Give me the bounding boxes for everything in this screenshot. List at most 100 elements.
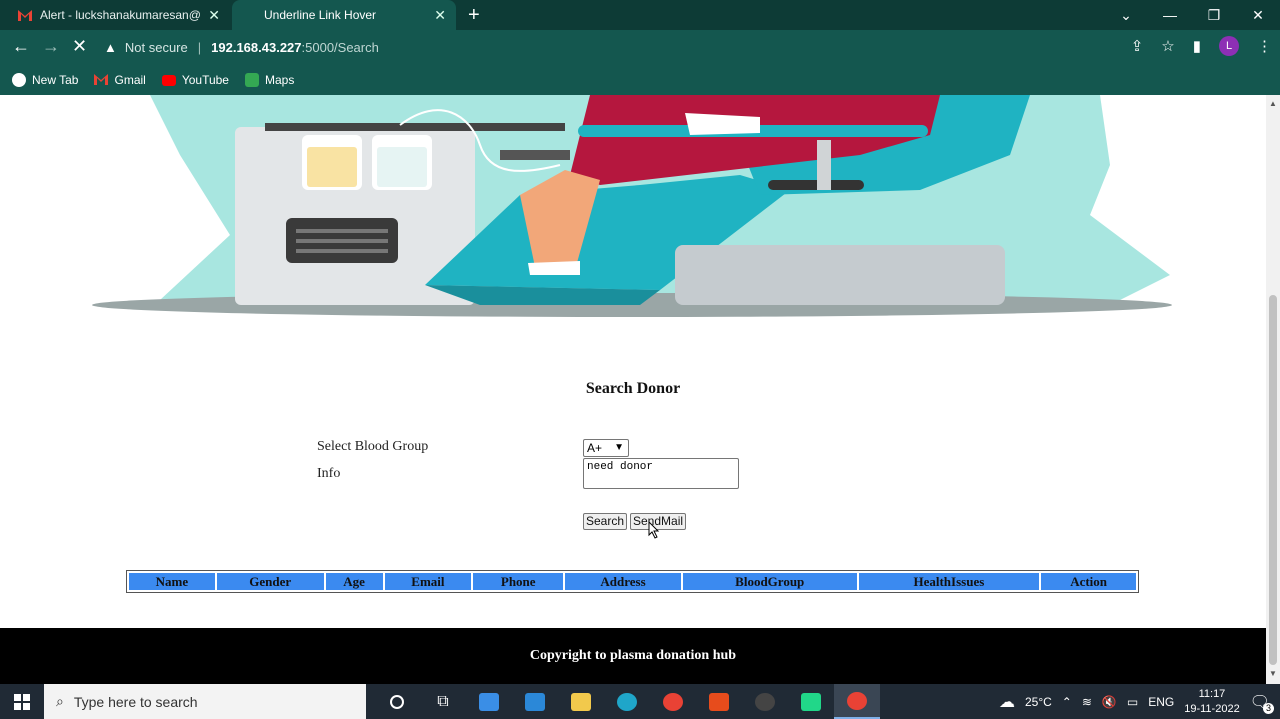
blood-group-select[interactable]: A+ ▼ [583, 439, 629, 457]
column-header: Action [1041, 573, 1137, 590]
url-host: 192.168.43.227 [211, 40, 302, 55]
browser-toolbar: ← → ✕ ▲ Not secure | 192.168.43.227 :500… [0, 30, 1280, 65]
windows-start-icon[interactable] [0, 684, 44, 719]
info-textarea[interactable]: need donor [583, 458, 739, 489]
column-header: Email [384, 573, 472, 590]
tab-search-chevron-icon[interactable]: ⌄ [1104, 7, 1148, 24]
stop-loading-icon[interactable]: ✕ [72, 36, 87, 57]
bookmarks-bar: New Tab Gmail YouTube Maps [0, 65, 1280, 95]
bookmark-maps[interactable]: Maps [244, 73, 295, 87]
page-title: Search Donor [585, 380, 681, 397]
scroll-thumb[interactable] [1269, 295, 1277, 665]
gmail-icon [18, 9, 32, 21]
blood-donation-illustration [92, 95, 1172, 317]
globe-icon [12, 73, 26, 87]
clock[interactable]: 11:17 19-11-2022 [1184, 687, 1239, 717]
bookmark-label: Maps [264, 73, 295, 87]
clock-time: 11:17 [1198, 687, 1226, 700]
chevron-down-icon: ▼ [614, 442, 624, 453]
maps-icon [244, 73, 259, 87]
column-header: Address [565, 573, 681, 590]
mouse-pointer-icon [648, 521, 660, 539]
tab-title: Alert - luckshanakumaresan@gm [40, 8, 200, 22]
bookmark-label: YouTube [181, 73, 229, 87]
column-header: Phone [473, 573, 564, 590]
donor-results-table: Name Gender Age Email Phone Address Bloo… [126, 570, 1139, 593]
column-header: Name [129, 573, 215, 590]
blood-group-value: A+ [587, 441, 603, 455]
minimize-icon[interactable]: — [1148, 7, 1192, 23]
profile-avatar[interactable]: L [1219, 36, 1239, 56]
address-bar[interactable]: ▲ Not secure | 192.168.43.227 :5000/Sear… [104, 34, 1154, 61]
share-icon[interactable]: ⇪ [1131, 37, 1144, 55]
close-window-icon[interactable]: ✕ [1236, 7, 1280, 24]
chrome-icon[interactable] [650, 684, 696, 719]
warning-triangle-icon: ▲ [104, 40, 117, 55]
restore-icon[interactable]: ❐ [1192, 7, 1236, 24]
edge-icon[interactable] [604, 684, 650, 719]
table-header-row: Name Gender Age Email Phone Address Bloo… [129, 573, 1137, 590]
tab-title: Underline Link Hover [264, 8, 377, 22]
divider: | [197, 40, 202, 55]
menu-kebab-icon[interactable]: ⋮ [1257, 37, 1272, 55]
bookmark-star-icon[interactable]: ☆ [1161, 37, 1174, 55]
notification-count: 3 [1263, 702, 1274, 714]
back-arrow-icon[interactable]: ← [12, 36, 30, 57]
info-label: Info [317, 466, 341, 481]
office-icon[interactable] [696, 684, 742, 719]
column-header: BloodGroup [682, 573, 857, 590]
gmail-icon [94, 73, 109, 88]
url-path: :5000/Search [301, 40, 379, 55]
notification-icon[interactable]: 🗨 3 [1250, 692, 1274, 714]
blood-group-label: Select Blood Group [317, 439, 429, 454]
bookmark-label: Gmail [114, 73, 146, 87]
scroll-down-arrow-icon[interactable]: ▼ [1269, 669, 1277, 678]
pycharm-icon[interactable] [788, 684, 834, 719]
taskbar-search-input[interactable]: ⌕ Type here to search [44, 684, 366, 719]
task-view-icon[interactable]: ⧉ [420, 684, 466, 719]
side-panel-icon[interactable]: ▮ [1193, 37, 1201, 55]
tab-underline-link-hover[interactable]: Underline Link Hover ✕ [232, 0, 456, 30]
scroll-up-arrow-icon[interactable]: ▲ [1269, 99, 1277, 108]
weather-temp[interactable]: 25°C [1025, 695, 1052, 709]
forward-arrow-icon[interactable]: → [42, 36, 60, 57]
page-footer: Copyright to plasma donation hub [0, 628, 1266, 684]
youtube-icon [161, 74, 176, 86]
system-tray: ☁ 25°C ⌃ ≋ 🔇 ▭ ENG 11:17 19-11-2022 🗨 3 [999, 684, 1280, 719]
bookmark-gmail[interactable]: Gmail [94, 73, 146, 88]
column-header: HealthIssues [858, 573, 1040, 590]
column-header: Gender [216, 573, 324, 590]
chevron-up-icon[interactable]: ⌃ [1062, 695, 1072, 709]
language-indicator[interactable]: ENG [1148, 695, 1174, 709]
chrome-profile-icon[interactable] [834, 684, 880, 719]
store-icon[interactable] [466, 684, 512, 719]
page-scrollbar[interactable]: ▲ ▼ [1266, 95, 1280, 684]
clock-date: 19-11-2022 [1184, 702, 1240, 715]
search-button[interactable]: Search [583, 513, 628, 530]
cortana-icon[interactable] [374, 684, 420, 719]
window-controls: ⌄ — ❐ ✕ [1104, 0, 1280, 30]
taskbar-apps: ⧉ [374, 684, 880, 719]
page-viewport: Search Donor Select Blood Group A+ ▼ Inf… [0, 95, 1266, 684]
weather-cloud-icon[interactable]: ☁ [999, 692, 1015, 712]
bookmark-label: New Tab [32, 73, 79, 87]
bookmark-new-tab[interactable]: New Tab [12, 73, 78, 87]
column-header: Age [325, 573, 383, 590]
new-tab-plus-icon[interactable]: + [468, 4, 480, 27]
toolbar-actions: ⇪ ☆ ▮ L ⋮ [1131, 36, 1272, 56]
file-explorer-icon[interactable] [558, 684, 604, 719]
wifi-icon[interactable]: ≋ [1082, 695, 1092, 709]
battery-icon[interactable]: ▭ [1127, 695, 1138, 709]
browser-tab-bar: Alert - luckshanakumaresan@gm ✕ Underlin… [0, 0, 1280, 30]
search-icon: ⌕ [56, 693, 64, 709]
security-status: Not secure [124, 40, 188, 55]
app-icon[interactable] [742, 684, 788, 719]
tab-alert[interactable]: Alert - luckshanakumaresan@gm ✕ [8, 0, 230, 30]
windows-taskbar: ⌕ Type here to search ⧉ ☁ 25°C ⌃ ≋ 🔇 ▭ E… [0, 684, 1280, 719]
bookmark-youtube[interactable]: YouTube [161, 73, 229, 87]
volume-icon[interactable]: 🔇 [1102, 695, 1117, 709]
close-icon[interactable]: ✕ [208, 7, 220, 24]
close-icon[interactable]: ✕ [434, 7, 446, 24]
search-placeholder: Type here to search [73, 693, 198, 710]
mail-icon[interactable] [512, 684, 558, 719]
